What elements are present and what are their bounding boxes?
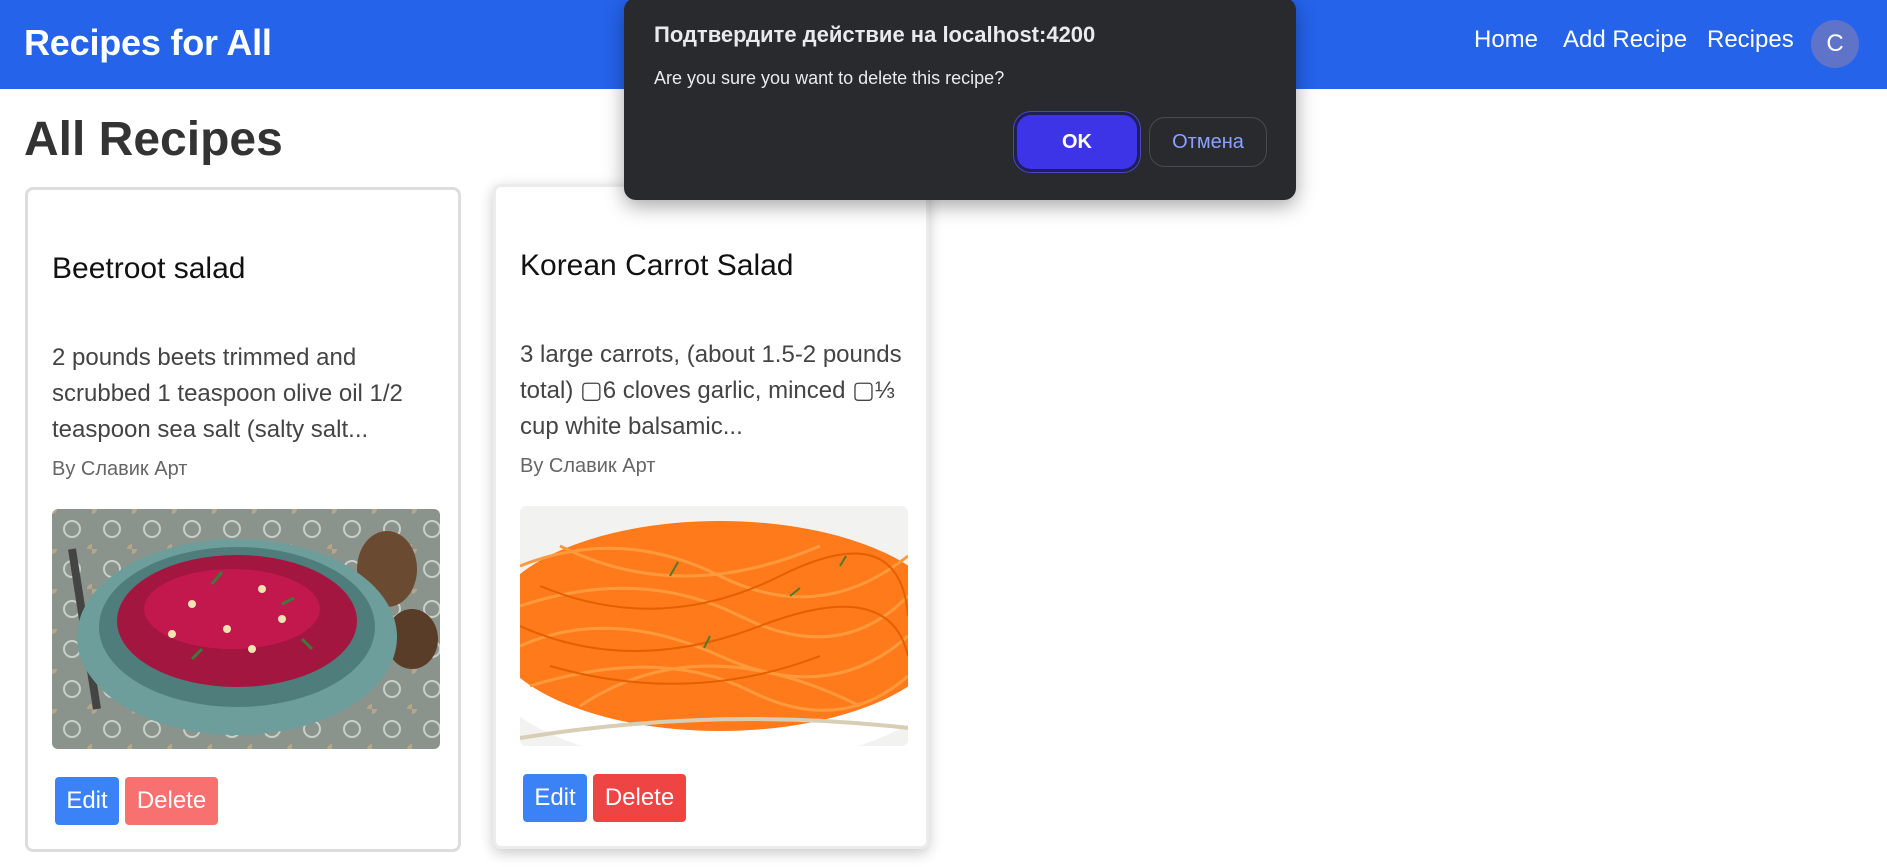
carrot-salad-image — [520, 506, 908, 746]
nav-add-recipe-link[interactable]: Add Recipe — [1563, 26, 1713, 54]
confirm-dialog: Подтвердите действие на localhost:4200 A… — [624, 0, 1296, 200]
brand-title[interactable]: Recipes for All — [24, 22, 272, 64]
dialog-title: Подтвердите действие на localhost:4200 — [654, 22, 1096, 47]
beetroot-salad-photo — [52, 509, 440, 749]
recipe-description: 2 pounds beets trimmed and scrubbed 1 te… — [52, 344, 403, 443]
recipe-card: Korean Carrot Salad 3 large carrots, (ab… — [493, 184, 929, 849]
recipe-author: By Славик Арт — [520, 455, 656, 477]
ok-button[interactable]: OK — [1017, 115, 1137, 169]
recipe-description: 3 large carrots, (about 1.5-2 pounds tot… — [520, 341, 902, 440]
edit-button[interactable]: Edit — [55, 777, 119, 825]
dialog-message: Are you sure you want to delete this rec… — [654, 68, 1005, 88]
beetroot-salad-image — [52, 509, 440, 749]
edit-button[interactable]: Edit — [523, 774, 587, 822]
recipe-title: Beetroot salad — [52, 252, 246, 285]
nav-recipes-link[interactable]: Recipes — [1707, 26, 1827, 54]
recipe-author: By Славик Арт — [52, 458, 188, 480]
delete-button[interactable]: Delete — [593, 774, 686, 822]
delete-button[interactable]: Delete — [125, 777, 218, 825]
avatar[interactable]: C — [1811, 20, 1859, 68]
page-title: All Recipes — [24, 113, 283, 166]
recipe-card: Beetroot salad 2 pounds beets trimmed an… — [25, 187, 461, 852]
cancel-button[interactable]: Отмена — [1149, 117, 1267, 167]
recipe-title: Korean Carrot Salad — [520, 249, 794, 282]
carrot-salad-photo — [520, 506, 908, 746]
